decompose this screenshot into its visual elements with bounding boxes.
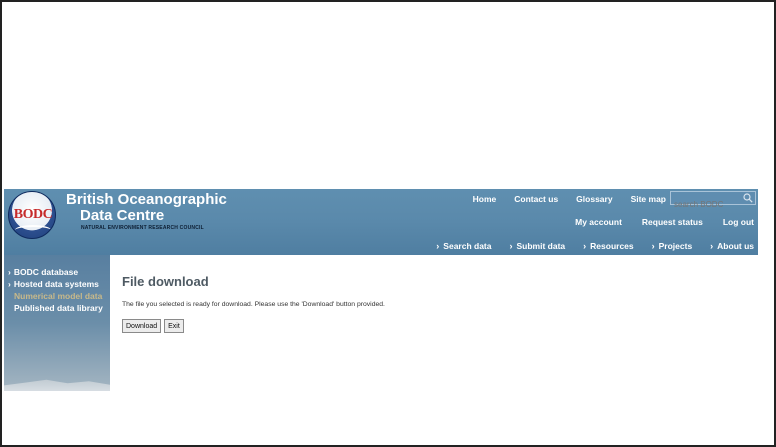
search-icon[interactable]: [743, 193, 753, 203]
page-frame: BODC British Oceanographic Data Centre N…: [0, 0, 776, 447]
site-map-link[interactable]: Site map: [631, 194, 666, 204]
site-title-line1: British Oceanographic: [66, 191, 227, 208]
search-box: [670, 191, 756, 211]
nav-about-us[interactable]: About us: [710, 241, 754, 251]
sidebar-item-hosted-data-systems[interactable]: Hosted data systems: [4, 279, 110, 289]
site-title[interactable]: British Oceanographic Data Centre: [66, 192, 227, 224]
log-out-link[interactable]: Log out: [723, 217, 754, 227]
nav-submit-data[interactable]: Submit data: [510, 241, 566, 251]
contact-us-link[interactable]: Contact us: [514, 194, 558, 204]
main-content: File download The file you selected is r…: [122, 274, 742, 333]
download-message: The file you selected is ready for downl…: [122, 301, 385, 308]
sidebar: BODC database Hosted data systems Numeri…: [4, 255, 110, 391]
my-account-link[interactable]: My account: [575, 217, 622, 227]
search-input[interactable]: [671, 198, 743, 211]
site-title-line2: Data Centre: [80, 207, 165, 224]
download-button[interactable]: Download: [122, 319, 162, 333]
nav-projects[interactable]: Projects: [652, 241, 693, 251]
logo-wave-icon: [15, 225, 51, 235]
request-status-link[interactable]: Request status: [642, 217, 703, 227]
top-links: Home Contact us Glossary Site map: [455, 194, 666, 204]
bodc-logo[interactable]: BODC: [8, 191, 56, 239]
nav-resources[interactable]: Resources: [583, 241, 633, 251]
glossary-link[interactable]: Glossary: [576, 194, 612, 204]
sidebar-item-bodc-database[interactable]: BODC database: [4, 267, 110, 277]
sidebar-item-numerical-model-data[interactable]: Numerical model data: [4, 291, 110, 301]
exit-button[interactable]: Exit: [164, 319, 184, 333]
page-title: File download: [122, 274, 209, 289]
home-link[interactable]: Home: [473, 194, 497, 204]
sidebar-item-published-data-library[interactable]: Published data library: [4, 303, 110, 313]
button-row: Download Exit: [122, 319, 742, 333]
nerc-subtitle: NATURAL ENVIRONMENT RESEARCH COUNCIL: [81, 225, 204, 231]
nav-search-data[interactable]: Search data: [436, 241, 491, 251]
main-nav: Search data Submit data Resources Projec…: [418, 241, 754, 251]
sidebar-decoration: [4, 379, 110, 391]
account-links: My account Request status Log out: [555, 217, 754, 227]
site-header: BODC British Oceanographic Data Centre N…: [4, 189, 758, 255]
logo-text: BODC: [13, 207, 53, 222]
